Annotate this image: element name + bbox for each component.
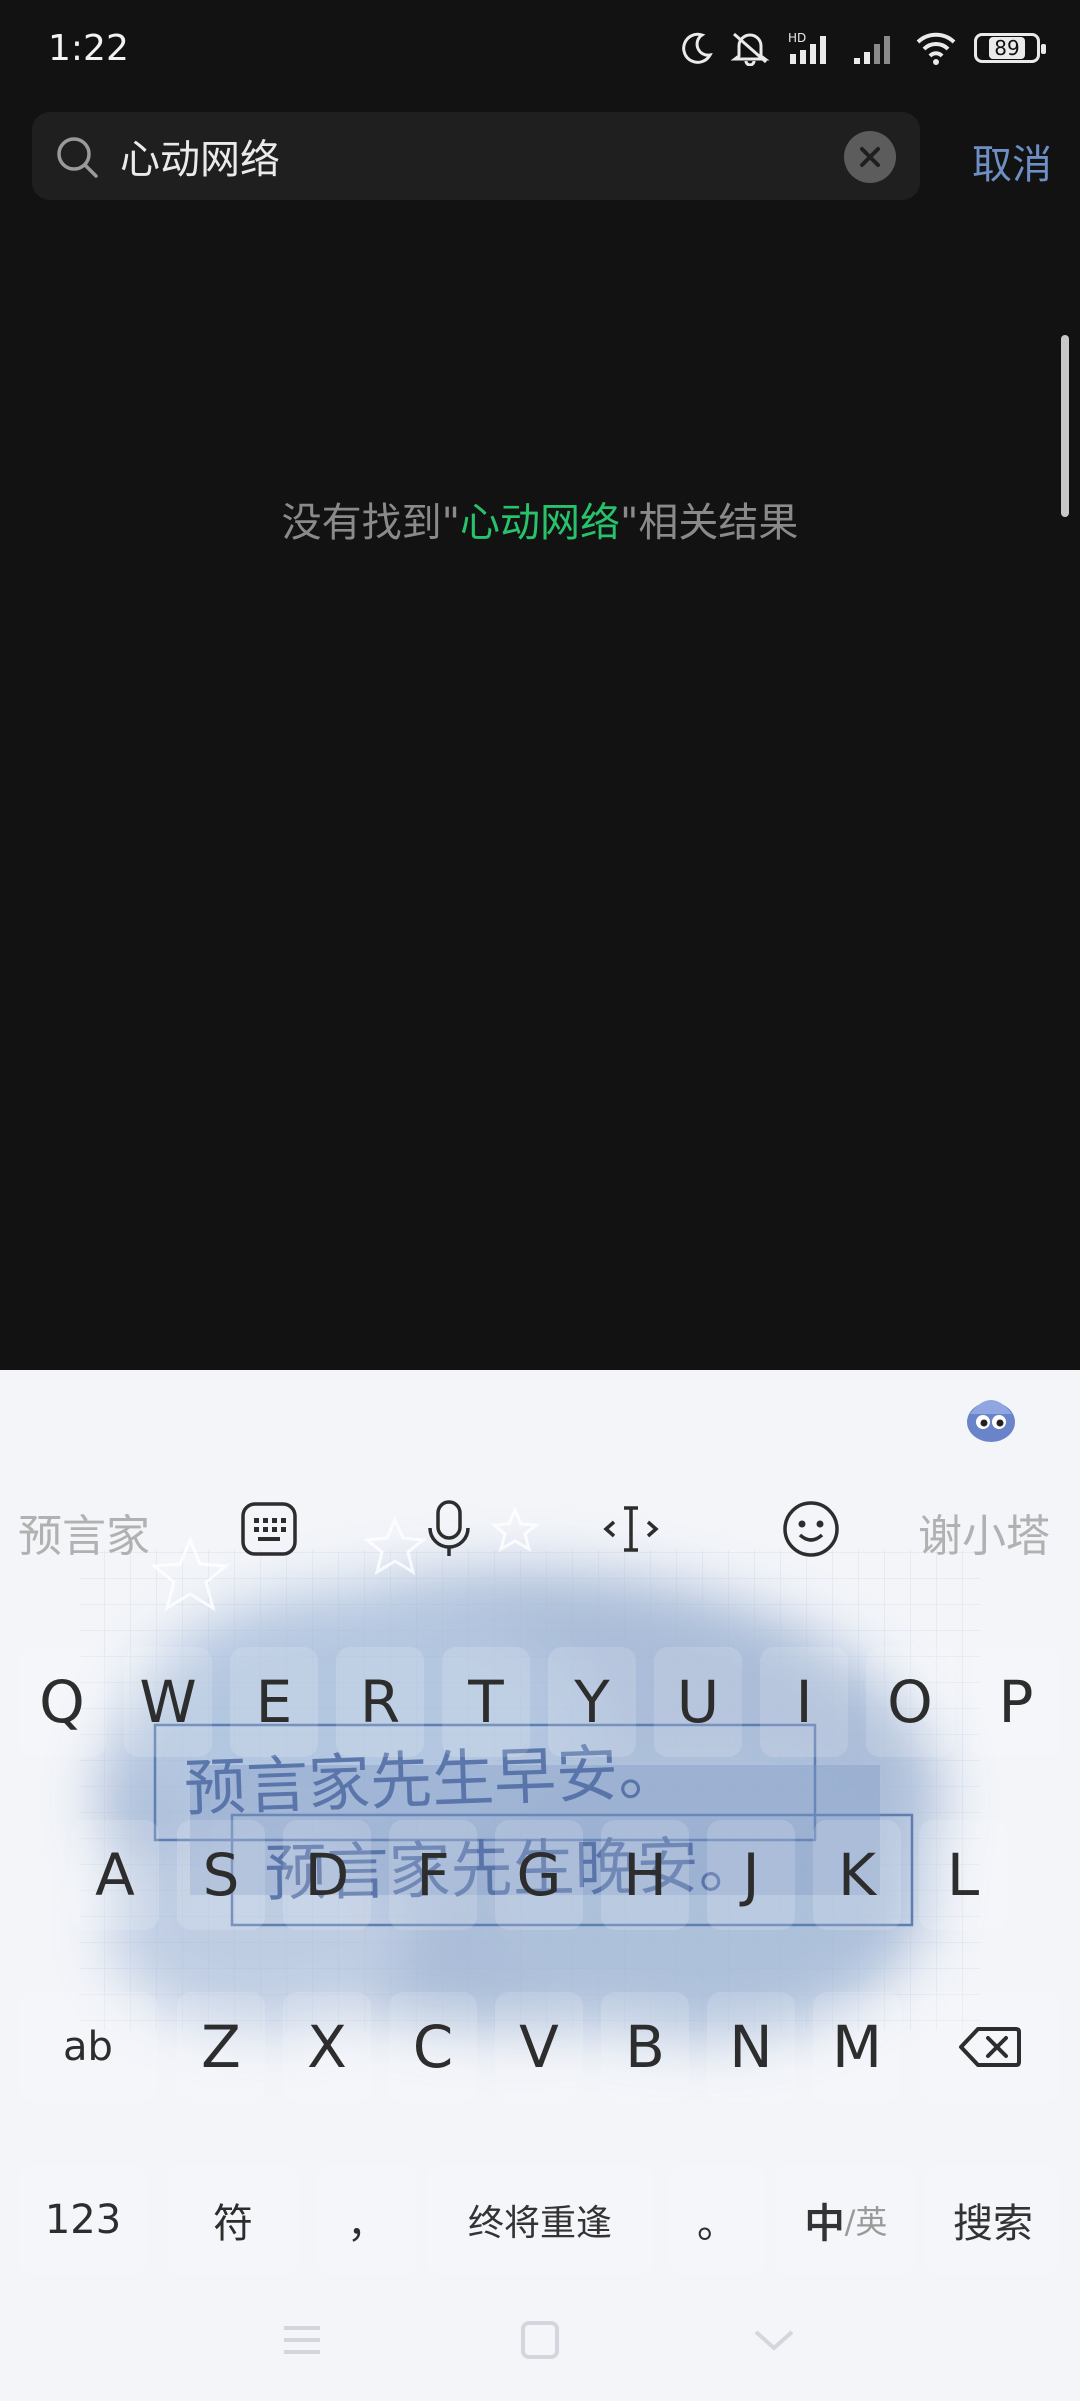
back-chevron-icon[interactable] [752,2318,796,2362]
search-box[interactable] [32,112,920,200]
space-key[interactable]: 终将重逢 [426,2165,654,2275]
comma-key[interactable]: ， [318,2165,416,2275]
search-row: 取消 [32,112,1052,200]
key-s[interactable]: S [177,1820,265,1930]
shift-key[interactable]: ab [18,1992,158,2102]
key-p[interactable]: P [972,1647,1060,1757]
navigation-bar [0,2282,1080,2401]
key-b[interactable]: B [601,1992,689,2102]
microphone-icon[interactable] [420,1498,478,1560]
battery-level: 89 [989,37,1025,59]
search-input[interactable] [120,128,840,184]
key-y[interactable]: Y [548,1647,636,1757]
cursor-move-icon[interactable] [600,1498,662,1560]
language-switch-key[interactable]: 中/英 [776,2165,916,2275]
language-sub-label: /英 [844,2203,888,2241]
key-t[interactable]: T [442,1647,530,1757]
key-n[interactable]: N [707,1992,795,2102]
moon-icon [682,32,713,64]
keyboard-toolbar: 预言家 谢小塔 [0,1480,1080,1580]
backspace-icon [959,2027,1021,2067]
empty-result-prefix: 没有找到" [281,500,460,546]
empty-result-keyword: 心动网络 [460,500,620,546]
key-w[interactable]: W [124,1647,212,1757]
cancel-button[interactable]: 取消 [972,132,1052,190]
key-g[interactable]: G [495,1820,583,1930]
language-main-label: 中 [804,2201,845,2247]
search-icon [57,137,98,178]
key-j[interactable]: J [707,1820,795,1930]
key-i[interactable]: I [760,1647,848,1757]
status-time: 1:22 [48,28,129,69]
mascot-icon[interactable] [960,1392,1022,1448]
key-l[interactable]: L [919,1820,1007,1930]
key-f[interactable]: F [389,1820,477,1930]
symbols-key[interactable]: 符 [168,2165,298,2275]
key-v[interactable]: V [495,1992,583,2102]
key-q[interactable]: Q [18,1647,106,1757]
battery-icon: 89 [974,33,1046,63]
key-m[interactable]: M [813,1992,901,2102]
key-a[interactable]: A [71,1820,159,1930]
candidate-left[interactable]: 预言家 [18,1500,150,1564]
status-icons: HD 89 [680,30,1046,66]
key-x[interactable]: X [283,1992,371,2102]
key-h[interactable]: H [601,1820,689,1930]
key-u[interactable]: U [654,1647,742,1757]
backspace-key[interactable] [920,1992,1060,2102]
key-c[interactable]: C [389,1992,477,2102]
candidate-right[interactable]: 谢小塔 [918,1500,1050,1564]
keyboard-icon[interactable] [238,1498,300,1560]
hd-label: HD [788,31,806,45]
key-d[interactable]: D [283,1820,371,1930]
key-z[interactable]: Z [177,1992,265,2102]
period-key[interactable]: 。 [668,2165,766,2275]
status-bar: 1:22 HD 89 [0,0,1080,105]
wifi-icon [916,32,956,65]
search-key[interactable]: 搜索 [926,2165,1060,2275]
key-r[interactable]: R [336,1647,424,1757]
key-k[interactable]: K [813,1820,901,1930]
menu-icon[interactable] [280,2318,324,2362]
clear-icon [860,147,880,167]
keyboard: 预言家先生早安。 预言家先生晚安。 预言家 谢小塔 Q W E R T Y U … [0,1370,1080,2401]
numbers-key[interactable]: 123 [18,2165,148,2275]
empty-result-message: 没有找到"心动网络"相关结果 [0,490,1080,548]
mute-bell-icon [730,32,770,66]
home-icon[interactable] [518,2318,562,2362]
empty-result-suffix: "相关结果 [620,500,799,546]
key-o[interactable]: O [866,1647,954,1757]
signal-icon [854,36,890,64]
emoji-icon[interactable] [780,1498,842,1560]
clear-button[interactable] [844,131,896,183]
signal-hd-icon: HD [788,31,826,64]
key-e[interactable]: E [230,1647,318,1757]
